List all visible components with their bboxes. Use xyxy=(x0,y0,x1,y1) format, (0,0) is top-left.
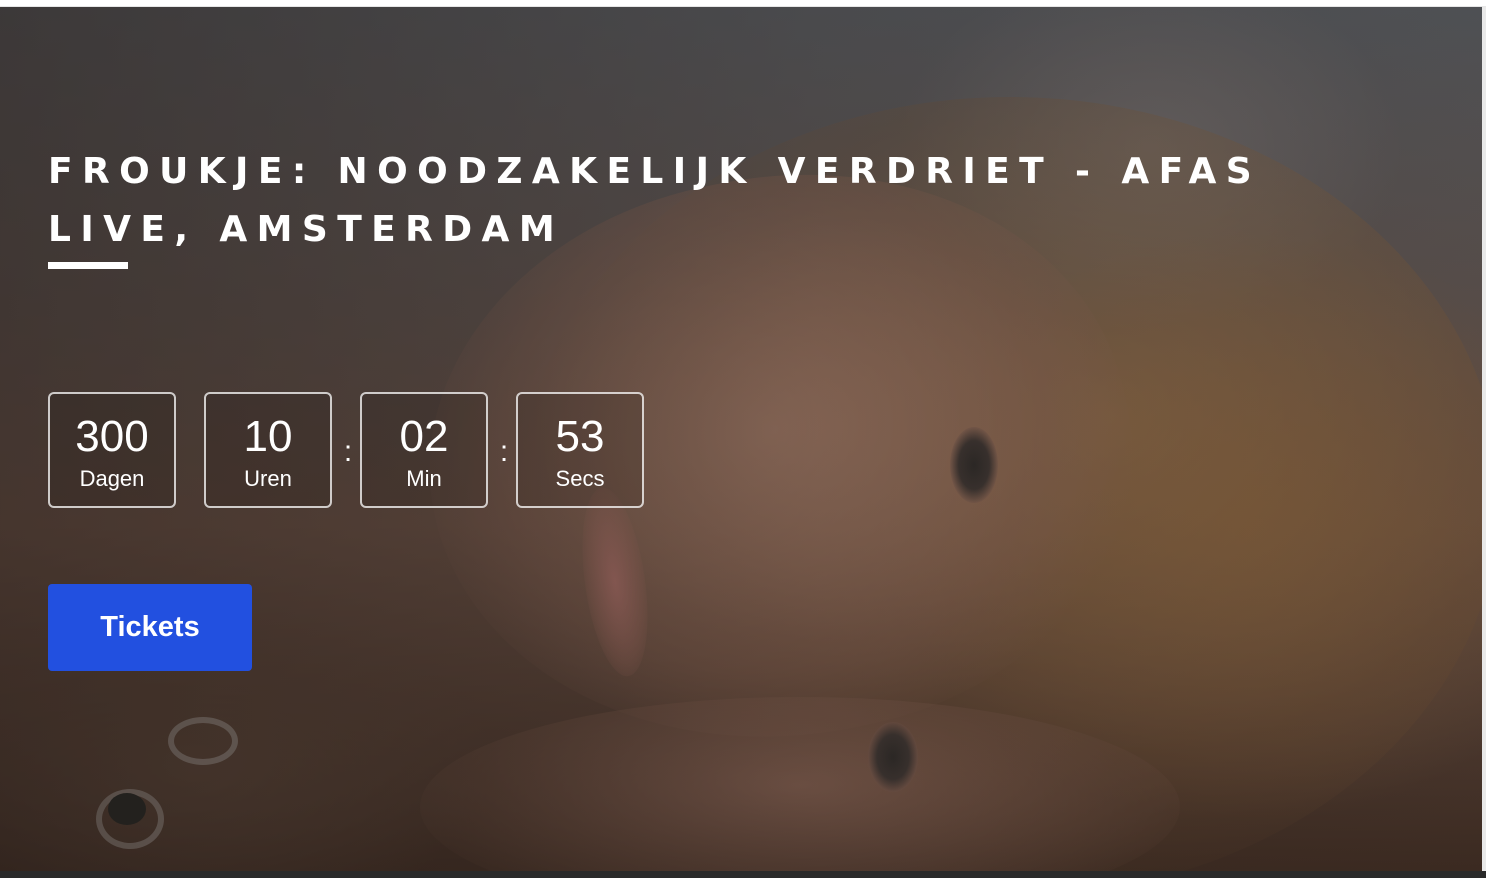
event-page: FROUKJE: NOODZAKELIJK VERDRIET - AFAS LI… xyxy=(0,6,1486,878)
countdown-days: 300 Dagen xyxy=(48,392,176,508)
countdown-minutes-label: Min xyxy=(406,466,442,491)
countdown-minutes-value: 02 xyxy=(399,412,449,461)
countdown-minutes: 02 Min xyxy=(360,392,488,508)
countdown-seconds-label: Secs xyxy=(555,466,605,491)
countdown-hours: 10 Uren xyxy=(204,392,332,508)
countdown-hours-value: 10 xyxy=(243,412,293,461)
countdown-hours-label: Uren xyxy=(244,466,292,491)
countdown-seconds-value: 53 xyxy=(555,412,605,461)
countdown-days-label: Dagen xyxy=(79,466,145,491)
countdown-days-value: 300 xyxy=(75,412,149,461)
countdown-seconds: 53 Secs xyxy=(516,392,644,508)
title-underline xyxy=(48,262,128,269)
countdown-separator: : xyxy=(499,435,509,468)
countdown-separator: : xyxy=(343,435,353,468)
bottom-divider xyxy=(0,871,1486,878)
hero-banner: FROUKJE: NOODZAKELIJK VERDRIET - AFAS LI… xyxy=(0,7,1486,871)
event-title: FROUKJE: NOODZAKELIJK VERDRIET - AFAS LI… xyxy=(48,151,1262,250)
tickets-button[interactable]: Tickets xyxy=(48,584,252,671)
page-edge xyxy=(1482,7,1486,878)
